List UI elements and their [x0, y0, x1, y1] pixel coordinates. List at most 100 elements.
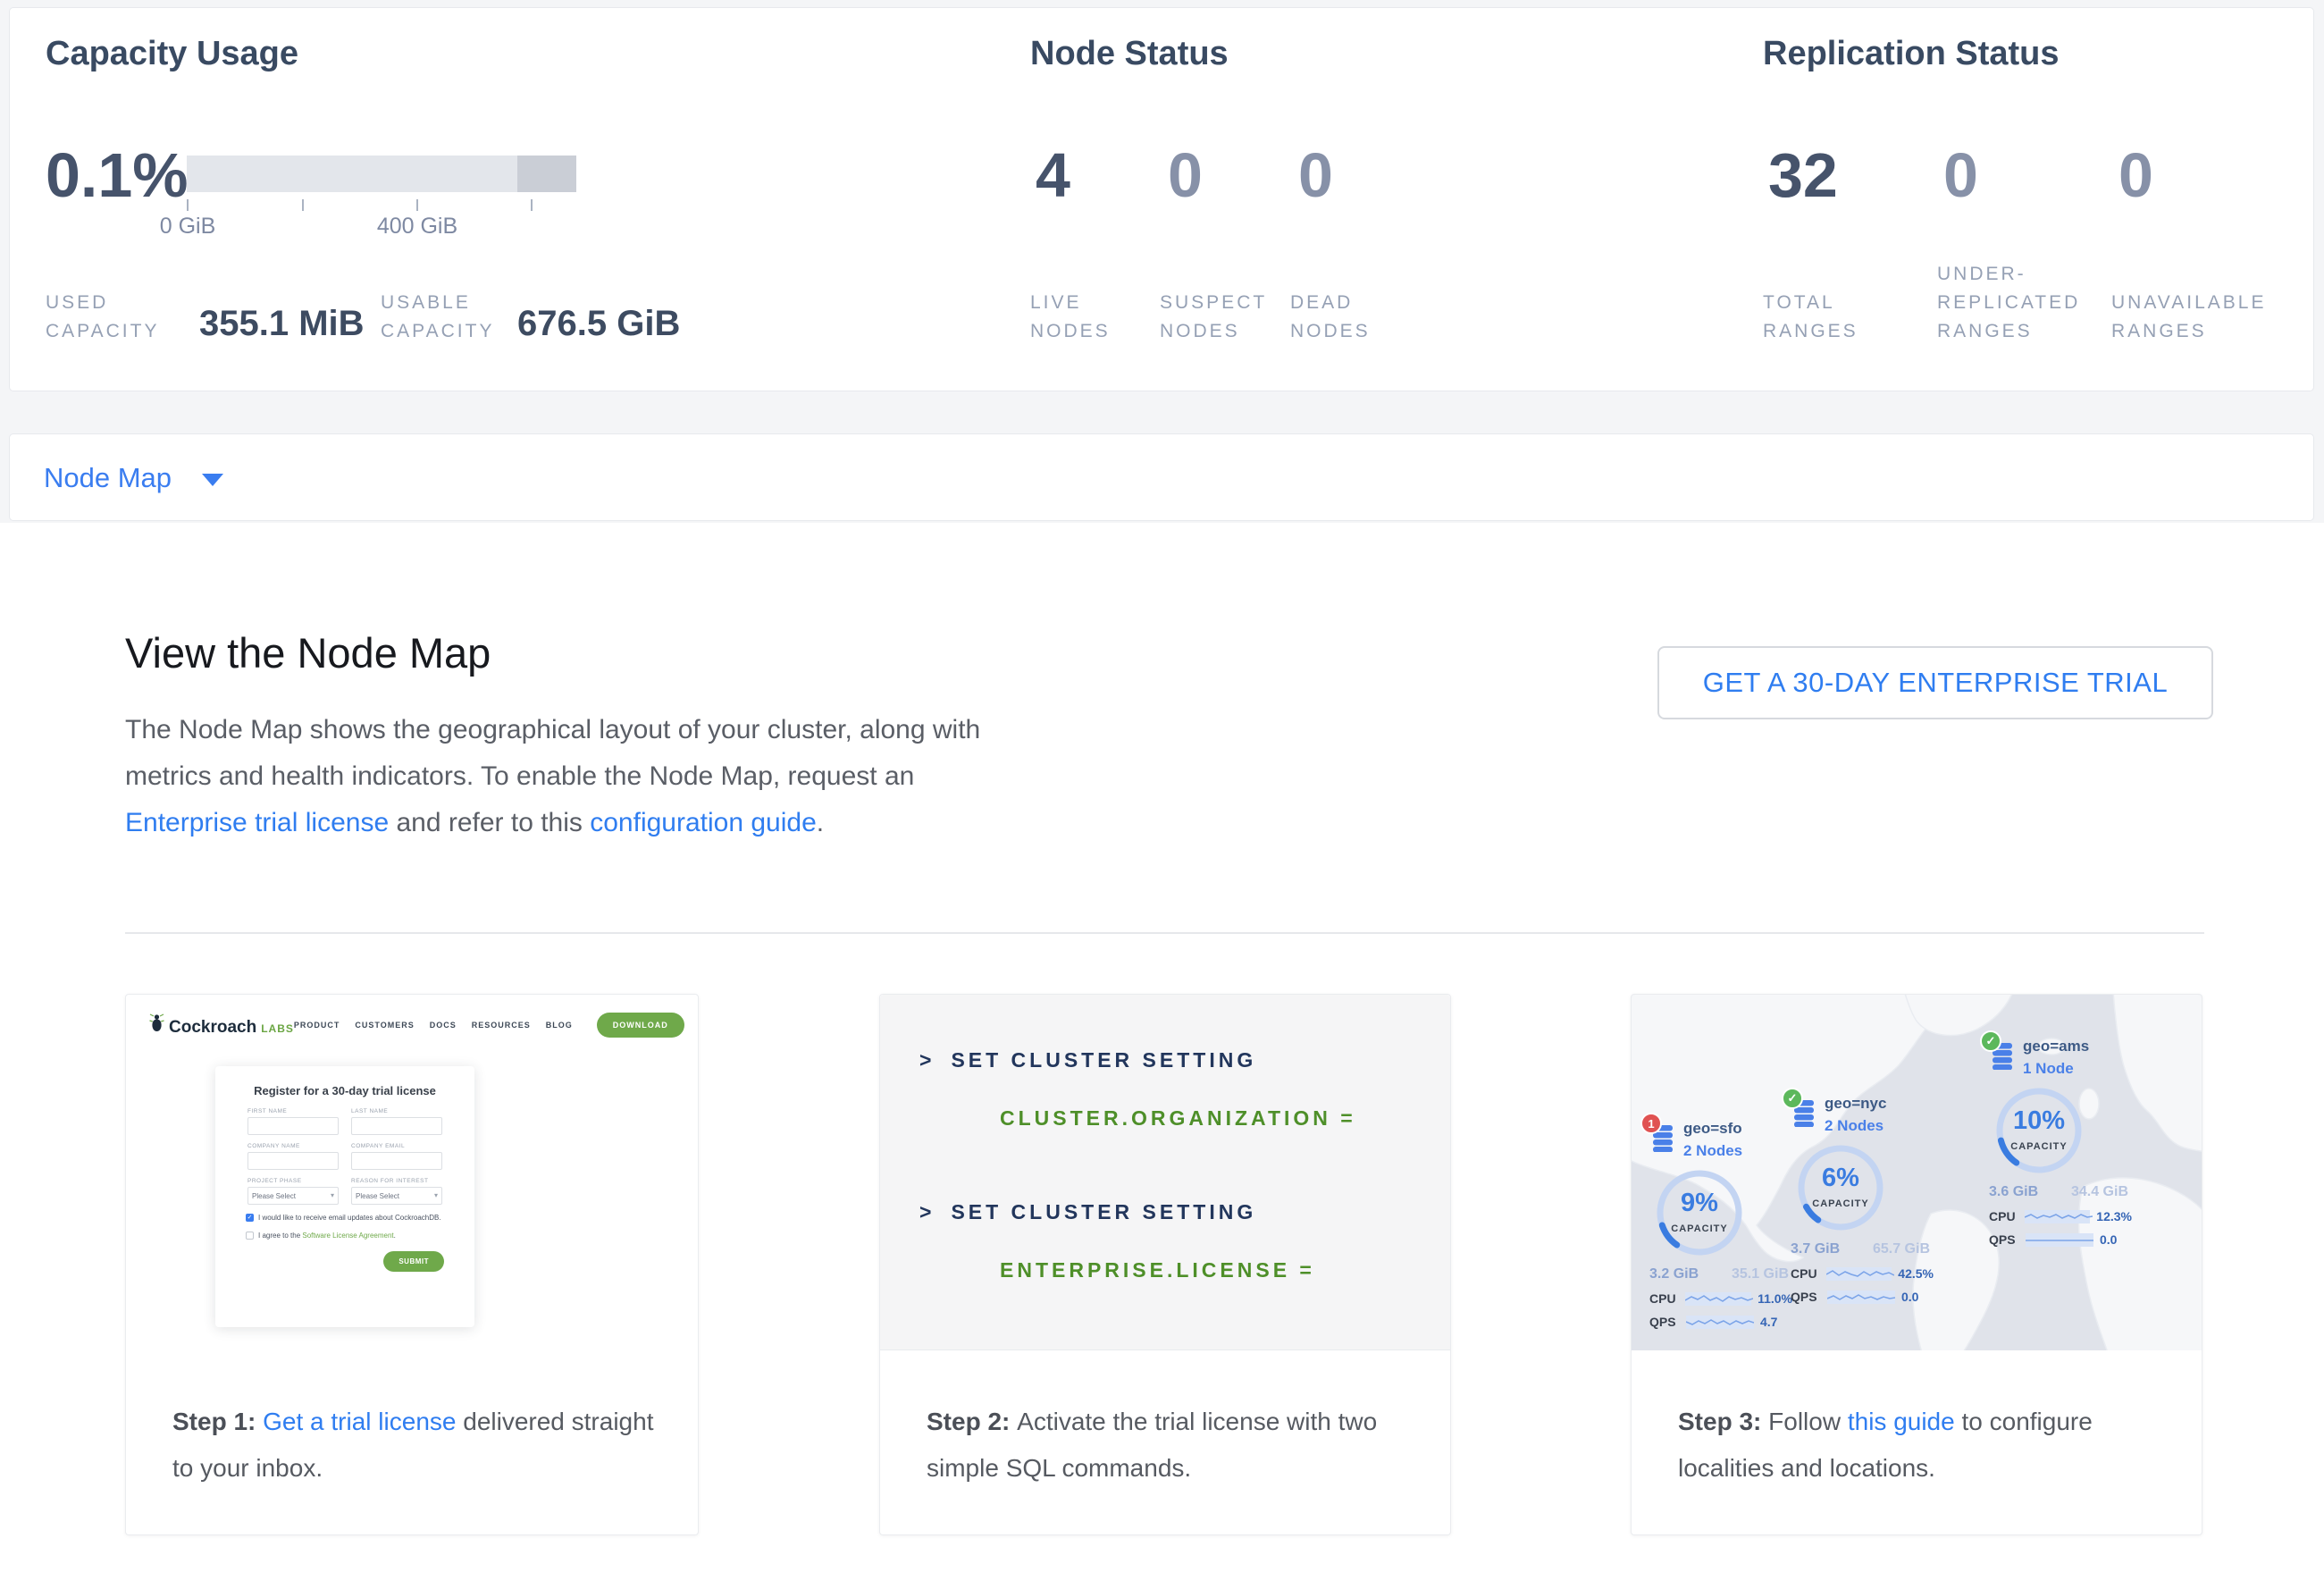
capacity-ring: 9% CAPACITY	[1653, 1166, 1746, 1259]
capacity-usage-bar	[187, 156, 576, 192]
capacity-usage-title: Capacity Usage	[46, 35, 298, 73]
reason-for-interest-select: Please Select▾	[351, 1187, 442, 1205]
cockroach-labs-logo: Cockroach LABS	[149, 1013, 294, 1038]
email-updates-checkbox-row: ✓ I would like to receive email updates …	[246, 1213, 444, 1223]
sql-setting-organization: CLUSTER.ORGANIZATION =	[1000, 1106, 1356, 1131]
capacity-percent: 10%	[1993, 1106, 2085, 1136]
qps-row: QPS 0.0	[1989, 1232, 2132, 1247]
qps-sparkline	[1827, 1291, 1895, 1304]
sql-prompt: >	[919, 1048, 935, 1072]
project-phase-label: PROJECT PHASE	[248, 1178, 339, 1184]
qps-row: QPS 4.7	[1649, 1315, 1792, 1329]
dead-nodes-value: 0	[1298, 144, 1333, 206]
sql-setting-license: ENTERPRISE.LICENSE =	[1000, 1258, 1315, 1282]
software-license-agreement-link: Software License Agreement	[302, 1232, 393, 1240]
axis-tick	[187, 199, 189, 211]
node-status-title: Node Status	[1030, 35, 1229, 73]
error-badge: 1	[1640, 1113, 1662, 1134]
reason-for-interest-label: REASON FOR INTEREST	[351, 1178, 442, 1184]
enterprise-trial-license-link[interactable]: Enterprise trial license	[125, 808, 389, 837]
checkbox-checked-icon: ✓	[246, 1214, 254, 1222]
company-name-label: COMPANY NAME	[248, 1143, 339, 1149]
axis-tick-label-0: 0 GiB	[134, 214, 241, 240]
nav-item-resources: RESOURCES	[472, 1021, 531, 1030]
live-nodes-label: LIVE NODES	[1030, 289, 1111, 346]
chevron-down-icon	[202, 474, 223, 486]
capacity-percent-value: 0.1%	[46, 144, 189, 206]
unavailable-ranges-value: 0	[2118, 144, 2153, 206]
cpu-row: CPU 11.0%	[1649, 1291, 1792, 1306]
suspect-nodes-label: SUSPECT NODES	[1160, 289, 1267, 346]
nav-item-blog: BLOG	[546, 1021, 573, 1030]
step-3-caption: Step 3: Follow this guide to configure l…	[1678, 1399, 2174, 1492]
page-title: View the Node Map	[125, 628, 491, 677]
node-map-preview: 1 geo=sfo 2 Nodes 9% CAPACITY 3.2 GiB 35	[1632, 995, 2202, 1350]
this-guide-link[interactable]: this guide	[1848, 1408, 1955, 1435]
sql-prompt: >	[919, 1200, 935, 1223]
sql-statement-1: SET CLUSTER SETTING	[951, 1048, 1256, 1072]
get-trial-license-link[interactable]: Get a trial license	[263, 1408, 456, 1435]
replication-status-title: Replication Status	[1763, 35, 2060, 73]
cpu-sparkline	[1826, 1267, 1892, 1281]
mini-site-nav: PRODUCT CUSTOMERS DOCS RESOURCES BLOG DO…	[294, 1013, 684, 1038]
region-node-count: 1 Node	[2023, 1060, 2074, 1078]
form-title: Register for a 30-day trial license	[246, 1084, 444, 1097]
node-map-dropdown-label: Node Map	[44, 462, 172, 494]
select-caret-icon: ▾	[331, 1191, 334, 1199]
axis-tick	[416, 199, 418, 211]
section-divider	[125, 932, 2204, 934]
region-node-count: 2 Nodes	[1825, 1117, 1884, 1135]
capacity-usage-bar-segment	[517, 156, 576, 192]
cpu-sparkline	[2025, 1210, 2090, 1223]
nav-item-product: PRODUCT	[294, 1021, 340, 1030]
mini-site-header: Cockroach LABS PRODUCT CUSTOMERS DOCS RE…	[149, 1009, 680, 1041]
node-map-description: The Node Map shows the geographical layo…	[125, 707, 1005, 846]
cpu-sparkline	[1685, 1292, 1751, 1306]
axis-tick-label-400: 400 GiB	[364, 214, 471, 240]
dead-nodes-label: DEAD NODES	[1290, 289, 1371, 346]
step-2-card: > SET CLUSTER SETTING CLUSTER.ORGANIZATIO…	[879, 994, 1451, 1535]
cpu-row: CPU 42.5%	[1791, 1266, 1934, 1281]
total-ranges-value: 32	[1768, 144, 1838, 206]
capacity-caption: CAPACITY	[1653, 1223, 1746, 1234]
qps-sparkline	[2026, 1233, 2093, 1247]
node-map-dropdown[interactable]: Node Map	[44, 434, 223, 522]
suspect-nodes-value: 0	[1168, 144, 1203, 206]
used-capacity-label: USED CAPACITY	[46, 289, 159, 346]
company-email-field	[351, 1152, 442, 1170]
capacity-gib-row: 3.7 GiB 65.7 GiB	[1791, 1241, 1930, 1257]
sql-statement-2: SET CLUSTER SETTING	[951, 1200, 1256, 1223]
capacity-percent: 9%	[1653, 1189, 1746, 1218]
usable-capacity-value: 676.5 GiB	[517, 304, 680, 344]
region-name: geo=sfo	[1683, 1120, 1742, 1138]
capacity-percent: 6%	[1794, 1164, 1887, 1193]
capacity-gib-row: 3.6 GiB 34.4 GiB	[1989, 1184, 2128, 1200]
trial-license-form: Register for a 30-day trial license FIRS…	[215, 1066, 474, 1327]
last-name-field	[351, 1117, 442, 1135]
cockroach-bug-icon	[149, 1013, 164, 1032]
unavailable-ranges-label: UNAVAILABLE RANGES	[2111, 289, 2266, 346]
submit-button: SUBMIT	[383, 1251, 444, 1272]
qps-row: QPS 0.0	[1791, 1290, 1934, 1304]
healthy-badge: ✓	[1782, 1088, 1803, 1109]
cluster-summary-panel: Capacity Usage 0.1% 0 GiB 400 GiB USED C…	[9, 7, 2314, 391]
healthy-badge: ✓	[1980, 1030, 2001, 1052]
download-button: DOWNLOAD	[597, 1013, 684, 1038]
qps-sparkline	[1686, 1316, 1754, 1329]
live-nodes-value: 4	[1036, 144, 1070, 206]
nav-item-customers: CUSTOMERS	[355, 1021, 414, 1030]
capacity-gib-row: 3.2 GiB 35.1 GiB	[1649, 1266, 1789, 1282]
last-name-label: LAST NAME	[351, 1108, 442, 1114]
step-1-caption: Step 1: Get a trial license delivered st…	[172, 1399, 668, 1492]
total-ranges-label: TOTAL RANGES	[1763, 289, 1858, 346]
region-name: geo=nyc	[1825, 1095, 1886, 1113]
axis-tick	[302, 199, 304, 211]
get-enterprise-trial-button[interactable]: GET A 30-DAY ENTERPRISE TRIAL	[1657, 646, 2213, 719]
configuration-guide-link[interactable]: configuration guide	[590, 808, 817, 837]
company-name-field	[248, 1152, 339, 1170]
sql-commands-illustration: > SET CLUSTER SETTING CLUSTER.ORGANIZATIO…	[880, 995, 1450, 1350]
under-replicated-ranges-value: 0	[1943, 144, 1978, 206]
checkbox-empty-icon	[246, 1232, 254, 1240]
capacity-ring: 10% CAPACITY	[1993, 1084, 2085, 1177]
axis-tick	[531, 199, 533, 211]
